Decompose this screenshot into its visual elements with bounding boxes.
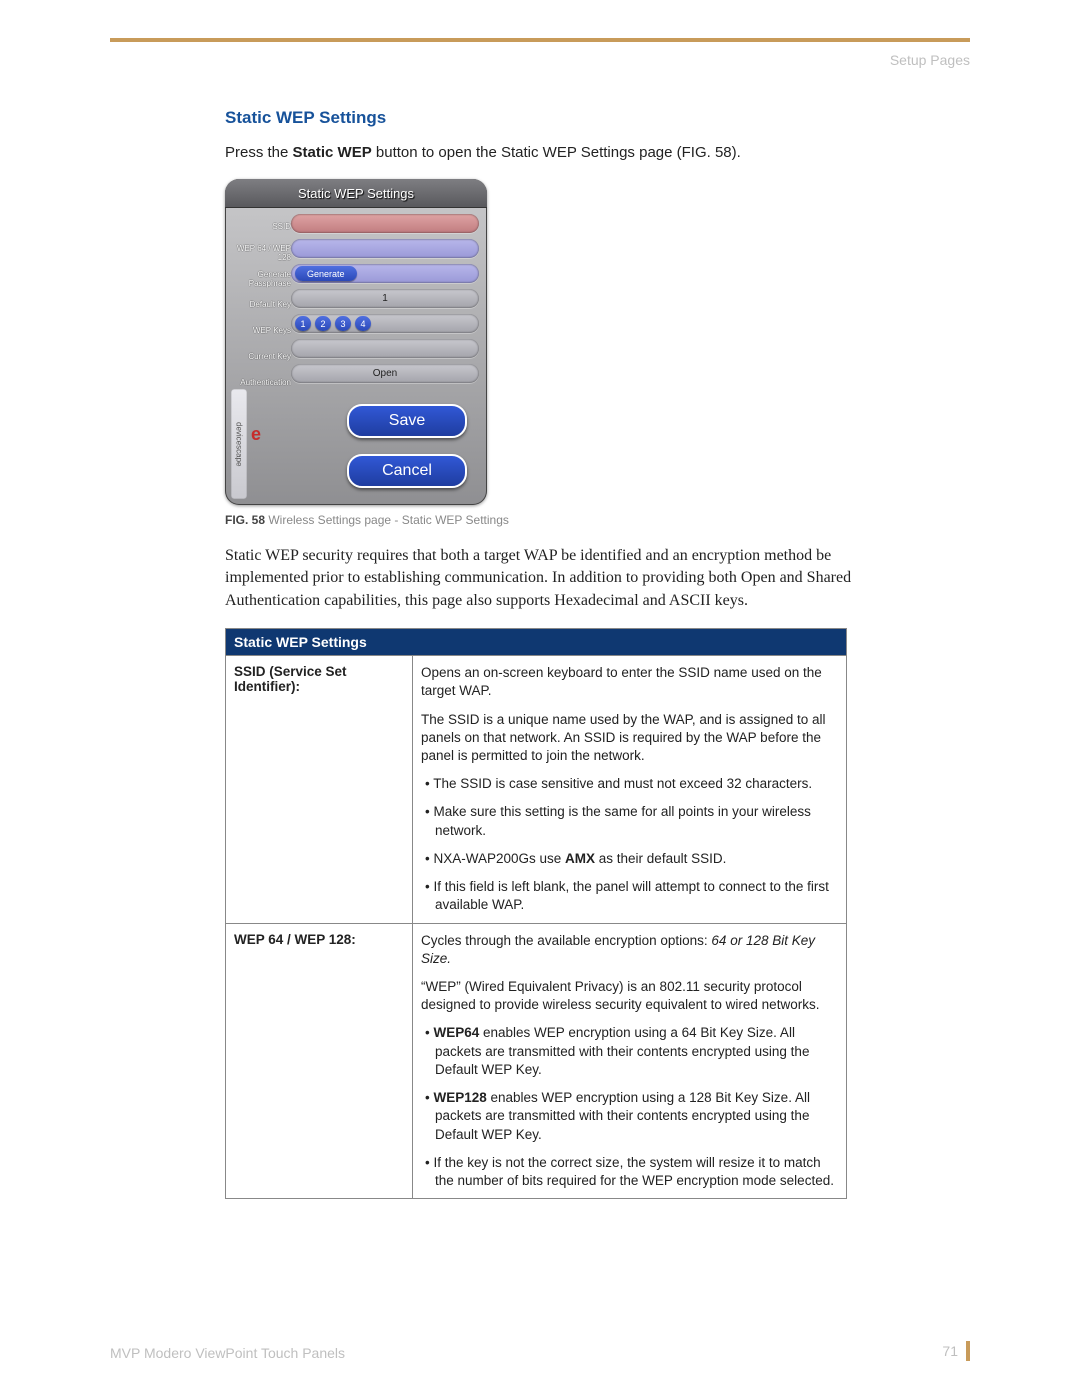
ssid-bullet-4: If this field is left blank, the panel w… [421, 878, 838, 914]
footer: MVP Modero ViewPoint Touch Panels 71 [110, 1341, 970, 1361]
generate-row: Generate [291, 264, 479, 283]
wep-b2-bold: WEP128 [433, 1090, 486, 1105]
auth-field[interactable]: Open [291, 364, 479, 383]
devicescape-logo-icon: e [251, 424, 261, 445]
table-header-row: Static WEP Settings [226, 629, 847, 656]
intro-paragraph: Press the Static WEP button to open the … [225, 142, 855, 163]
wep-p1-pre: Cycles through the available encryption … [421, 933, 711, 948]
wep-b1-post: enables WEP encryption using a 64 Bit Ke… [435, 1025, 809, 1076]
wep-keys-row: 1 2 3 4 [291, 314, 479, 333]
cancel-button[interactable]: Cancel [347, 454, 467, 488]
wep-p1: Cycles through the available encryption … [421, 932, 838, 968]
widget-fields-column: Generate 1 1 2 3 4 Open [291, 214, 479, 392]
intro-pre: Press the [225, 144, 293, 161]
header-section-label: Setup Pages [110, 52, 970, 68]
table-header: Static WEP Settings [226, 629, 847, 656]
ssid-bullet-1: The SSID is case sensitive and must not … [421, 775, 838, 793]
figure-caption-text: Wireless Settings page - Static WEP Sett… [265, 513, 509, 527]
intro-bold: Static WEP [293, 144, 372, 161]
ssid-b3-pre: NXA-WAP200Gs use [433, 851, 565, 866]
label-wep-keys: WEP Keys [229, 321, 291, 340]
label-generate: Generate Passphrase [229, 269, 291, 288]
desc-wep: Cycles through the available encryption … [413, 923, 847, 1199]
desc-ssid: Opens an on-screen keyboard to enter the… [413, 656, 847, 923]
generate-button[interactable]: Generate [295, 266, 357, 281]
wep-b2-post: enables WEP encryption using a 128 Bit K… [435, 1090, 810, 1141]
save-button[interactable]: Save [347, 404, 467, 438]
wep-b1-bold: WEP64 [433, 1025, 479, 1040]
wep-bullet-3: If the key is not the correct size, the … [421, 1154, 838, 1190]
section-heading: Static WEP Settings [225, 108, 855, 128]
ssid-b3-post: as their default SSID. [595, 851, 726, 866]
wep-bullet-1: WEP64 enables WEP encryption using a 64 … [421, 1024, 838, 1079]
ssid-bullet-3: NXA-WAP200Gs use AMX as their default SS… [421, 850, 838, 868]
ssid-field[interactable] [291, 214, 479, 233]
table-row: WEP 64 / WEP 128: Cycles through the ava… [226, 923, 847, 1199]
body-paragraph: Static WEP security requires that both a… [225, 545, 855, 612]
ssid-p1: Opens an on-screen keyboard to enter the… [421, 664, 838, 700]
label-wep: WEP 64 / WEP 128 [229, 243, 291, 262]
figure-label: FIG. 58 [225, 513, 265, 527]
intro-post: button to open the Static WEP Settings p… [372, 144, 741, 161]
widget-labels-column: SSID WEP 64 / WEP 128 Generate Passphras… [229, 214, 291, 392]
current-key-field[interactable] [291, 339, 479, 358]
top-rule [110, 38, 970, 42]
wep-key-3[interactable]: 3 [335, 316, 351, 331]
term-ssid: SSID (Service Set Identifier): [226, 656, 413, 923]
side-strip-text: devicescape [235, 422, 244, 466]
default-key-field[interactable]: 1 [291, 289, 479, 308]
table-row: SSID (Service Set Identifier): Opens an … [226, 656, 847, 923]
figure-caption: FIG. 58 Wireless Settings page - Static … [225, 513, 855, 527]
content: Static WEP Settings Press the Static WEP… [225, 108, 855, 1199]
wep-key-2[interactable]: 2 [315, 316, 331, 331]
ssid-p2: The SSID is a unique name used by the WA… [421, 711, 838, 766]
wep-p2: “WEP” (Wired Equivalent Privacy) is an 8… [421, 978, 838, 1014]
widget-title: Static WEP Settings [225, 179, 487, 208]
side-strip: devicescape [231, 389, 247, 499]
footer-left: MVP Modero ViewPoint Touch Panels [110, 1345, 345, 1361]
ssid-bullet-2: Make sure this setting is the same for a… [421, 803, 838, 839]
wep-field[interactable] [291, 239, 479, 258]
wep-key-4[interactable]: 4 [355, 316, 371, 331]
ssid-b3-bold: AMX [565, 851, 595, 866]
label-default-key: Default Key [229, 295, 291, 314]
widget-body: SSID WEP 64 / WEP 128 Generate Passphras… [225, 208, 487, 392]
wep-key-1[interactable]: 1 [295, 316, 311, 331]
label-ssid: SSID [229, 217, 291, 236]
settings-table: Static WEP Settings SSID (Service Set Id… [225, 628, 847, 1199]
page: Setup Pages Static WEP Settings Press th… [0, 0, 1080, 1397]
static-wep-widget: Static WEP Settings SSID WEP 64 / WEP 12… [225, 179, 487, 505]
wep-bullet-2: WEP128 enables WEP encryption using a 12… [421, 1089, 838, 1144]
term-wep: WEP 64 / WEP 128: [226, 923, 413, 1199]
label-current-key: Current Key [229, 347, 291, 366]
page-number: 71 [942, 1341, 970, 1361]
